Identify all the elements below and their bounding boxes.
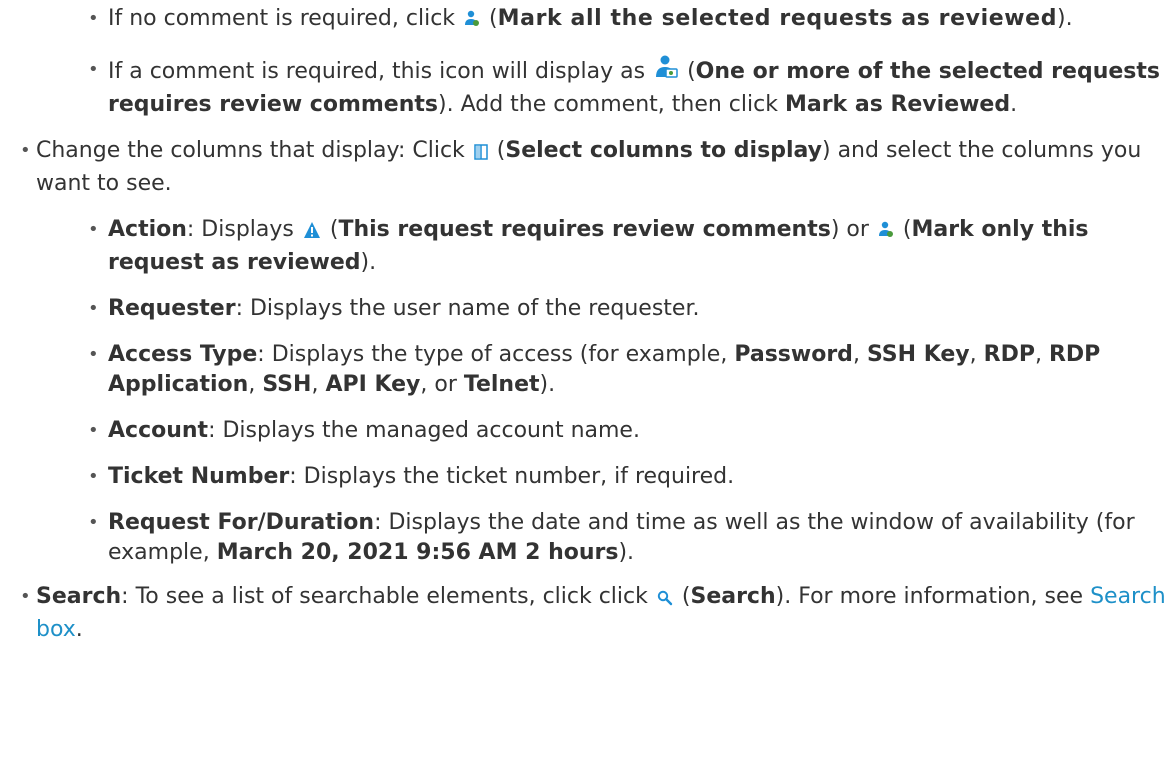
list-item-account: • Account: Displays the managed account … bbox=[88, 416, 1175, 446]
bullet: • bbox=[88, 298, 99, 319]
reviewed-sub-list: • If no comment is required, click (Mark… bbox=[0, 0, 1175, 120]
mark-reviewed-icon[interactable] bbox=[878, 218, 894, 248]
list-item-search: • Search: To see a list of searchable el… bbox=[20, 584, 1166, 642]
bullet: • bbox=[20, 586, 31, 607]
bullet: • bbox=[88, 8, 99, 29]
mark-reviewed-icon[interactable] bbox=[464, 7, 480, 37]
bullet: • bbox=[88, 59, 99, 80]
list-item-ticket: • Ticket Number: Displays the ticket num… bbox=[88, 462, 1175, 492]
bullet: • bbox=[20, 140, 31, 161]
columns-icon[interactable] bbox=[474, 139, 488, 169]
list-item-action: • Action: Displays (This request require… bbox=[88, 217, 1089, 275]
bullet: • bbox=[88, 344, 99, 365]
bullet: • bbox=[88, 466, 99, 487]
list-item-columns: • Change the columns that display: Click… bbox=[20, 136, 1175, 568]
bullet: • bbox=[88, 512, 99, 533]
warning-icon bbox=[303, 218, 321, 248]
bullet: • bbox=[88, 219, 99, 240]
document-page: • If no comment is required, click (Mark… bbox=[0, 0, 1175, 760]
bullet: • bbox=[88, 420, 99, 441]
list-item-request-for: • Request For/Duration: Displays the dat… bbox=[88, 510, 1135, 565]
requires-comments-icon bbox=[654, 55, 678, 90]
search-icon[interactable] bbox=[657, 585, 673, 615]
columns-sub-list: • Action: Displays (This request require… bbox=[36, 215, 1175, 568]
list-item: • If no comment is required, click (Mark… bbox=[88, 4, 1175, 37]
list-item-access-type: • Access Type: Displays the type of acce… bbox=[88, 342, 1101, 397]
list-item-requester: • Requester: Displays the user name of t… bbox=[88, 294, 1175, 324]
main-list: • Change the columns that display: Click… bbox=[0, 136, 1175, 645]
list-item: • If a comment is required, this icon wi… bbox=[88, 55, 1175, 120]
